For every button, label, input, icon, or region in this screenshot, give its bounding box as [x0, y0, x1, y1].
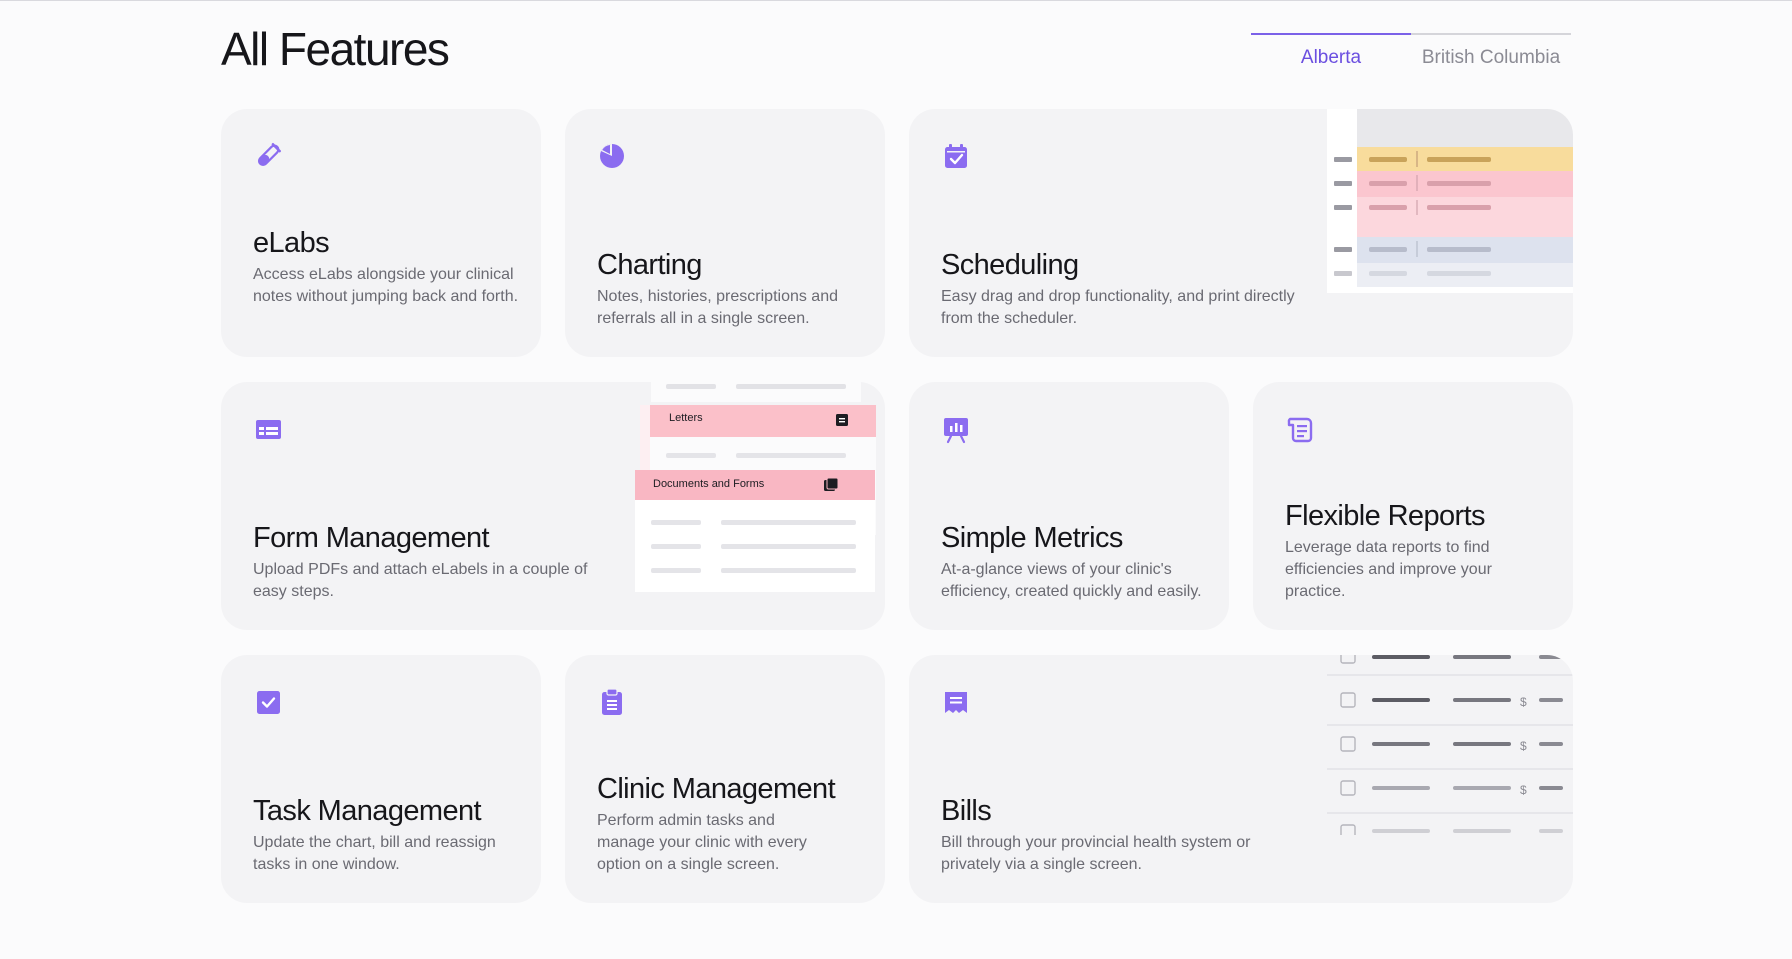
currency-symbol: $: [1520, 695, 1527, 709]
tab-british-columbia[interactable]: British Columbia: [1411, 33, 1571, 73]
page-title: All Features: [221, 23, 450, 75]
presentation-chart-icon: [944, 418, 968, 444]
tab-alberta[interactable]: Alberta: [1251, 33, 1411, 73]
feature-card-elabs[interactable]: eLabs Access eLabs alongside your clinic…: [221, 109, 541, 357]
feature-card-bills[interactable]: Bills Bill through your provincial healt…: [909, 655, 1573, 903]
clipboard-icon: [602, 688, 622, 715]
feature-description: Access eLabs alongside your clinical not…: [253, 266, 519, 305]
feature-description: At-a-glance views of your clinic's effic…: [941, 561, 1202, 600]
scheduler-illustration: [1327, 109, 1573, 293]
currency-symbol: $: [1520, 783, 1527, 797]
feature-card-flexible-reports[interactable]: Flexible Reports Leverage data reports t…: [1253, 382, 1573, 630]
feature-title: Task Management: [253, 795, 482, 827]
feature-description: Update the chart, bill and reassign task…: [253, 834, 496, 873]
feature-description: Upload PDFs and attach eLabels in a coup…: [253, 561, 588, 600]
receipt-icon: [945, 692, 967, 713]
feature-card-scheduling[interactable]: Scheduling Easy drag and drop functional…: [909, 109, 1573, 357]
forms-illustration: Letters Documents and Forms: [611, 382, 876, 592]
letters-header-label: Letters: [669, 412, 703, 424]
feature-title: Clinic Management: [597, 773, 836, 805]
feature-title: Scheduling: [941, 249, 1079, 281]
feature-title: Simple Metrics: [941, 522, 1123, 554]
feature-description: Easy drag and drop functionality, and pr…: [941, 288, 1295, 327]
feature-card-simple-metrics[interactable]: Simple Metrics At-a-glance views of your…: [909, 382, 1229, 630]
bills-list-illustration: [1327, 655, 1573, 835]
documents-forms-header-label: Documents and Forms: [653, 478, 765, 490]
test-tube-icon: [257, 142, 282, 167]
currency-symbol: $: [1520, 739, 1527, 753]
feature-description: Perform admin tasks and manage your clin…: [597, 812, 807, 873]
feature-card-clinic-management[interactable]: Clinic Management Perform admin tasks an…: [565, 655, 885, 903]
feature-title: Flexible Reports: [1285, 500, 1486, 532]
pie-chart-icon: [600, 143, 624, 168]
feature-title: eLabs: [253, 227, 330, 259]
calendar-check-icon: [945, 144, 967, 168]
feature-description: Notes, histories, prescriptions and refe…: [597, 288, 838, 327]
province-tabs: Alberta British Columbia: [1251, 33, 1572, 73]
feature-title: Form Management: [253, 522, 490, 554]
feature-title: Charting: [597, 249, 702, 281]
feature-card-charting[interactable]: Charting Notes, histories, prescriptions…: [565, 109, 885, 357]
feature-card-form-management[interactable]: Form Management Upload PDFs and attach e…: [221, 382, 885, 630]
feature-description: Leverage data reports to find efficienci…: [1285, 539, 1492, 600]
feature-description: Bill through your provincial health syst…: [941, 834, 1251, 873]
top-divider: [0, 0, 1792, 1]
feature-card-task-management[interactable]: Task Management Update the chart, bill a…: [221, 655, 541, 903]
table-icon: [256, 420, 281, 439]
feature-title: Bills: [941, 795, 992, 827]
scroll-icon: [1287, 417, 1313, 443]
checkbox-icon: [257, 691, 280, 714]
